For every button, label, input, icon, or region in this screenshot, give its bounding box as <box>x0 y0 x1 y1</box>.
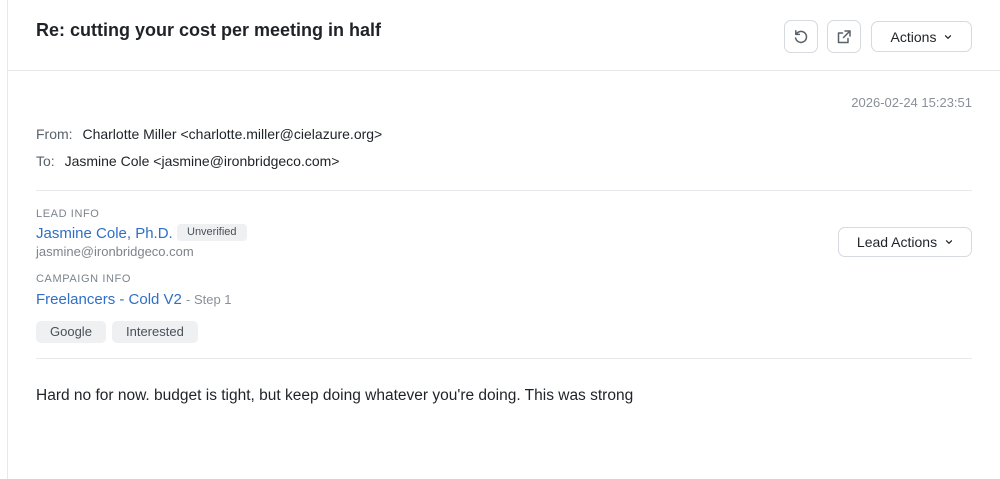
chevron-down-icon <box>945 34 952 39</box>
from-line: From: Charlotte Miller <charlotte.miller… <box>36 126 382 142</box>
from-label: From: <box>36 126 73 142</box>
tag-google: Google <box>36 321 106 343</box>
email-body: Hard no for now. budget is tight, but ke… <box>36 387 634 404</box>
divider <box>36 358 972 359</box>
campaign-name-link[interactable]: Freelancers - Cold V2 <box>36 291 182 308</box>
undo-icon <box>794 29 808 43</box>
to-line: To: Jasmine Cole <jasmine@ironbridgeco.c… <box>36 153 339 169</box>
lead-actions-button[interactable]: Lead Actions <box>838 227 972 257</box>
actions-label: Actions <box>890 28 937 45</box>
open-external-button[interactable] <box>827 20 861 53</box>
external-link-icon <box>837 29 851 43</box>
left-border <box>7 0 8 479</box>
campaign-step: - Step 1 <box>186 292 232 307</box>
lead-info-label: LEAD INFO <box>36 208 100 220</box>
lead-name-link[interactable]: Jasmine Cole, Ph.D. <box>36 225 173 242</box>
lead-email: jasmine@ironbridgeco.com <box>36 244 194 259</box>
divider <box>36 190 972 191</box>
from-value: Charlotte Miller <charlotte.miller@ciela… <box>82 126 383 142</box>
lead-actions-label: Lead Actions <box>856 234 938 250</box>
email-timestamp: 2026-02-24 15:23:51 <box>851 95 972 110</box>
undo-button[interactable] <box>784 20 818 53</box>
tag-interested: Interested <box>112 321 198 343</box>
campaign-info-label: CAMPAIGN INFO <box>36 273 131 285</box>
actions-dropdown-button[interactable]: Actions <box>871 21 972 52</box>
email-subject: Re: cutting your cost per meeting in hal… <box>36 20 382 40</box>
email-header: Re: cutting your cost per meeting in hal… <box>8 0 1000 71</box>
chevron-down-icon <box>945 240 953 244</box>
status-badge: Unverified <box>177 224 247 241</box>
to-value: Jasmine Cole <jasmine@ironbridgeco.com> <box>64 153 340 169</box>
to-label: To: <box>36 153 55 169</box>
